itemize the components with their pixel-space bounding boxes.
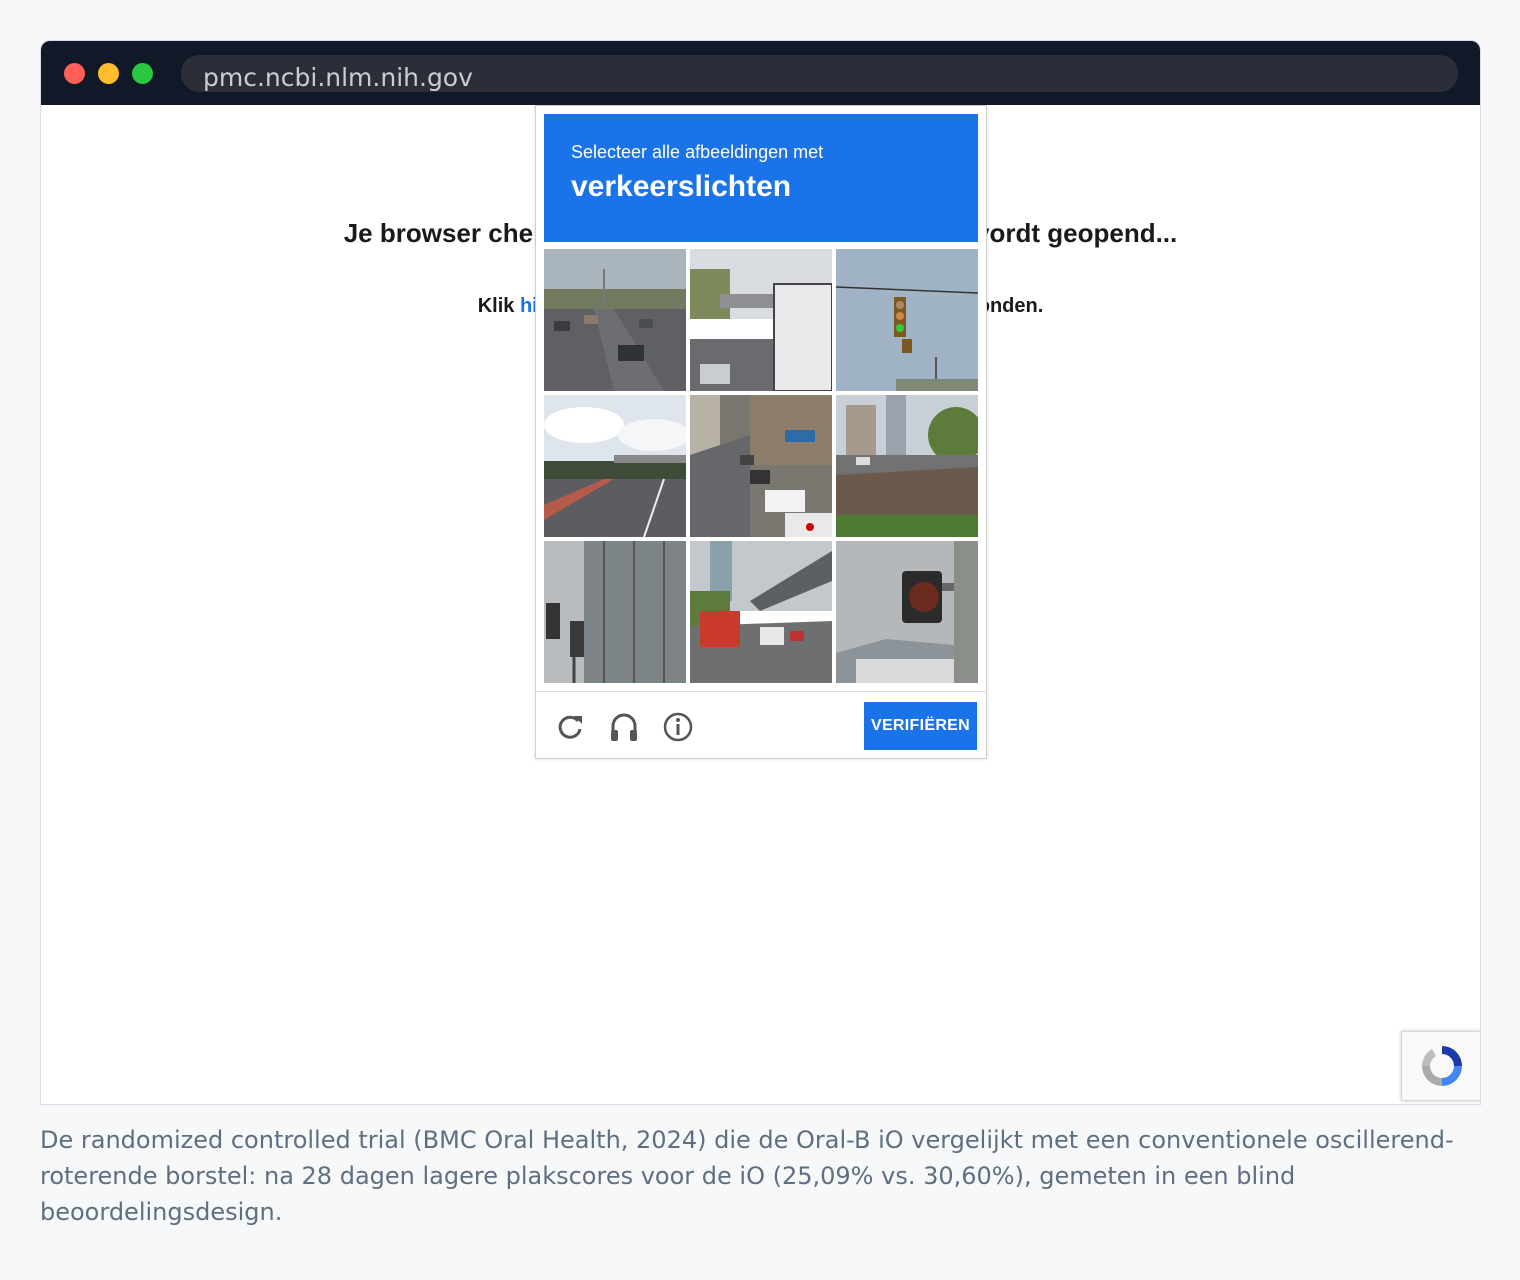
heading-right: vordt geopend...	[975, 218, 1178, 248]
address-bar[interactable]: pmc.ncbi.nlm.nih.gov	[181, 55, 1458, 92]
maximize-window-button[interactable]	[132, 63, 153, 84]
heading-left: Je browser che	[343, 218, 534, 248]
verify-button[interactable]: VERIFIËREN	[864, 702, 977, 750]
close-window-button[interactable]	[64, 63, 85, 84]
recaptcha-badge[interactable]	[1401, 1031, 1480, 1101]
subline-prefix: Klik	[477, 295, 520, 317]
captcha-header: Selecteer alle afbeeldingen met verkeers…	[544, 114, 978, 242]
captcha-tile-city-street-greenery[interactable]	[836, 395, 978, 537]
minimize-window-button[interactable]	[98, 63, 119, 84]
recaptcha-challenge: Selecteer alle afbeeldingen met verkeers…	[535, 105, 987, 759]
figure-caption: De randomized controlled trial (BMC Oral…	[40, 1126, 1454, 1226]
info-icon[interactable]	[661, 710, 695, 744]
captcha-target: verkeerslichten	[571, 170, 792, 203]
captcha-tile-hanging-traffic-light[interactable]	[836, 249, 978, 391]
browser-titlebar: pmc.ncbi.nlm.nih.gov	[41, 41, 1480, 105]
captcha-tile-traffic-light-closeup[interactable]	[836, 541, 978, 683]
captcha-tile-truck-overpass[interactable]	[690, 249, 832, 391]
captcha-tile-cloudy-road-overpass[interactable]	[544, 395, 686, 537]
browser-window: pmc.ncbi.nlm.nih.gov Je browser che vordt…	[40, 40, 1481, 1105]
captcha-tile-traffic-light-building[interactable]	[544, 541, 686, 683]
captcha-tile-highway-traffic[interactable]	[544, 249, 686, 391]
captcha-image-grid	[544, 249, 978, 683]
recaptcha-logo-icon	[1422, 1046, 1462, 1086]
address-bar-url: pmc.ncbi.nlm.nih.gov	[203, 63, 473, 92]
captcha-footer: VERIFIËREN	[536, 691, 986, 759]
captcha-tile-parked-cars-street[interactable]	[690, 395, 832, 537]
captcha-instruction: Selecteer alle afbeeldingen met	[571, 142, 824, 162]
captcha-tile-bus-under-overpass[interactable]	[690, 541, 832, 683]
page-content: Je browser chevordt geopend... Klik hier…	[41, 105, 1480, 1104]
headphones-icon[interactable]	[607, 710, 641, 744]
reload-icon[interactable]	[553, 710, 587, 744]
